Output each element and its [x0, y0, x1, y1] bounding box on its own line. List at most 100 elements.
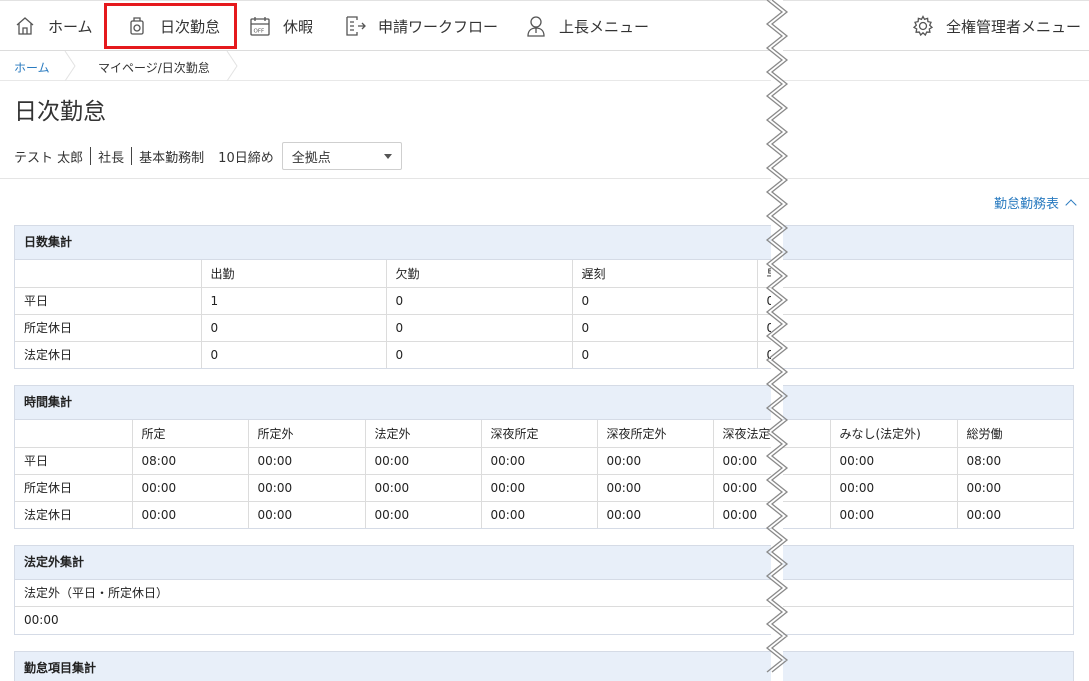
table-cell: 00:00: [957, 474, 1073, 502]
row-header: 所定休日: [15, 314, 202, 342]
table-cell: 00:00: [365, 501, 482, 528]
calendar-off-icon: OFF: [249, 15, 271, 37]
table-cell: 0: [201, 314, 387, 342]
hours-table: 所定 所定外 法定外 深夜所定 深夜所定外 深夜法定外 みなし(法定外) 総労働 平日 08:00…: [15, 420, 1073, 528]
column-header: 遅刻: [572, 260, 758, 288]
gear-icon: [912, 15, 934, 37]
table-cell: 00:00: [481, 501, 598, 528]
items-summary-panel: 勤怠項目集計: [14, 651, 1074, 681]
row-header: 平日: [15, 447, 133, 475]
overtime-summary-panel: 法定外集計 法定外（平日・所定休日） 00:00: [14, 545, 1074, 635]
employee-info: テスト 太郎 社長 基本勤務制 10日締め 全拠点: [14, 142, 402, 170]
nav-daily-label: 日次勤怠: [160, 17, 221, 36]
row-header: 法定休日: [15, 341, 202, 368]
nav-leave-label: 休暇: [283, 17, 314, 36]
nav-admin[interactable]: 全権管理者メニュー: [912, 1, 1081, 51]
table-cell: 00:00: [713, 474, 831, 502]
table-cell: 08:00: [132, 447, 249, 475]
table-cell: 00:00: [365, 447, 482, 475]
table-cell: 00:00: [966, 507, 1002, 522]
divider: [131, 147, 133, 165]
table-cell: 1: [201, 287, 387, 315]
table-cell: 00:00: [713, 447, 831, 475]
location-select-value: 全拠点: [291, 150, 331, 166]
overtime-label: 法定外（平日・所定休日）: [15, 580, 1073, 607]
nav-home-label: ホーム: [48, 17, 93, 36]
table-cell: 00:00: [248, 447, 366, 475]
table-cell: 0: [386, 287, 573, 315]
table-cell: 00:00: [248, 501, 366, 528]
table-cell: 0: [386, 314, 573, 342]
days-table: 出勤 欠勤 遅刻早平日 1 0 0 0 所定休日 0 0 0 0 法定休日 0 0 0 0: [15, 260, 1073, 368]
page-title: 日次勤怠: [14, 99, 106, 125]
hours-summary-panel: 時間集計 所定 所定外 法定外 深夜所定 深夜所定外 深夜法定外 みなし(法定外) 総労働 平日…: [14, 385, 1074, 529]
table-cell: 00:00: [481, 474, 598, 502]
nav-manager-label: 上長メニュー: [559, 17, 650, 36]
nav-workflow[interactable]: 申請ワークフロー: [344, 1, 498, 51]
column-header: [15, 420, 133, 448]
overtime-value: 00:00: [24, 613, 59, 627]
top-nav: ホーム 日次勤怠 OFF 休暇 申請ワークフロー 上長メニュー 全権管理者メニュ…: [0, 0, 1089, 51]
employee-name: テスト 太郎: [14, 150, 84, 166]
divider: [90, 147, 92, 165]
table-cell: 00:00: [597, 474, 714, 502]
user-icon: [525, 15, 547, 37]
column-header: 所定: [132, 420, 249, 448]
svg-text:OFF: OFF: [254, 29, 265, 35]
nav-home[interactable]: ホーム: [14, 1, 93, 51]
table-cell: 00:00: [132, 501, 249, 528]
nav-workflow-label: 申請ワークフロー: [378, 17, 499, 36]
table-cell: 0: [572, 314, 758, 342]
table-row: 平日 08:00 00:00 00:00 00:00 00:00 00:00 00:00 08:…: [15, 447, 1073, 475]
panel-title: 時間集計: [15, 386, 1073, 420]
table-header-row: 所定 所定外 法定外 深夜所定 深夜所定外 深夜法定外 みなし(法定外) 総労働: [15, 420, 1073, 448]
nav-manager[interactable]: 上長メニュー: [525, 1, 649, 51]
table-cell: 00:00: [830, 447, 958, 475]
breadcrumb-separator-icon: [226, 51, 238, 81]
closing-day: 10日締め: [218, 150, 274, 166]
column-header: みなし(法定外): [830, 420, 958, 448]
row-header: 法定休日: [15, 501, 133, 528]
column-header: 所定外: [248, 420, 366, 448]
table-cell: 0: [757, 287, 1073, 315]
column-header: 欠勤: [386, 260, 573, 288]
column-header: 出勤: [201, 260, 387, 288]
table-cell: 00:00: [248, 474, 366, 502]
row-header: 平日: [15, 287, 202, 315]
table-cell: 0: [572, 287, 758, 315]
table-row: 所定休日 0 0 0 0: [15, 314, 1073, 342]
nav-daily-attendance[interactable]: 日次勤怠: [104, 3, 237, 49]
camera-icon: [126, 15, 148, 37]
table-cell: 0: [572, 341, 758, 368]
workflow-icon: [344, 15, 366, 37]
attendance-sheet-toggle[interactable]: 勤怠勤務表: [994, 193, 1077, 212]
employee-position: 社長: [98, 150, 125, 166]
panel-title: 日数集計: [15, 226, 1073, 260]
table-cell: 0: [386, 341, 573, 368]
breadcrumb: ホーム マイページ/日次勤怠: [0, 51, 1089, 81]
breadcrumb-home[interactable]: ホーム: [14, 59, 50, 76]
table-row: 平日 1 0 0 0: [15, 287, 1073, 315]
table-row: 法定休日 00:00 00:00 00:00 00:00 00:00 00:00 00:00 0…: [15, 501, 1073, 528]
days-summary-panel: 日数集計 出勤 欠勤 遅刻早平日 1 0 0 0 所定休日 0 0 0 0 法定休日 0 0 0 0: [14, 225, 1074, 369]
location-select[interactable]: 全拠点: [281, 142, 402, 170]
table-cell: 00:00: [597, 501, 714, 528]
column-header: 総労働: [957, 420, 1073, 448]
column-header: [15, 260, 202, 288]
caret-down-icon: [383, 154, 392, 159]
table-cell: 00:00: [132, 474, 249, 502]
table-cell: 0: [766, 347, 775, 362]
nav-leave[interactable]: OFF 休暇: [249, 1, 313, 51]
table-cell: 00:00: [830, 501, 958, 528]
table-cell: 00:00: [481, 447, 598, 475]
table-cell: 00:00: [597, 447, 714, 475]
table-cell: 00:00: [830, 474, 958, 502]
panel-title: 勤怠項目集計: [15, 652, 1073, 681]
column-header: 早: [757, 260, 1073, 288]
breadcrumb-separator-icon: [64, 51, 76, 81]
row-header: 所定休日: [15, 474, 133, 502]
table-cell: 0: [757, 314, 1073, 342]
table-header-row: 出勤 欠勤 遅刻早: [15, 260, 1073, 288]
table-row: 法定休日 0 0 0 0: [15, 341, 1073, 368]
table-cell: 08:00: [957, 447, 1073, 475]
